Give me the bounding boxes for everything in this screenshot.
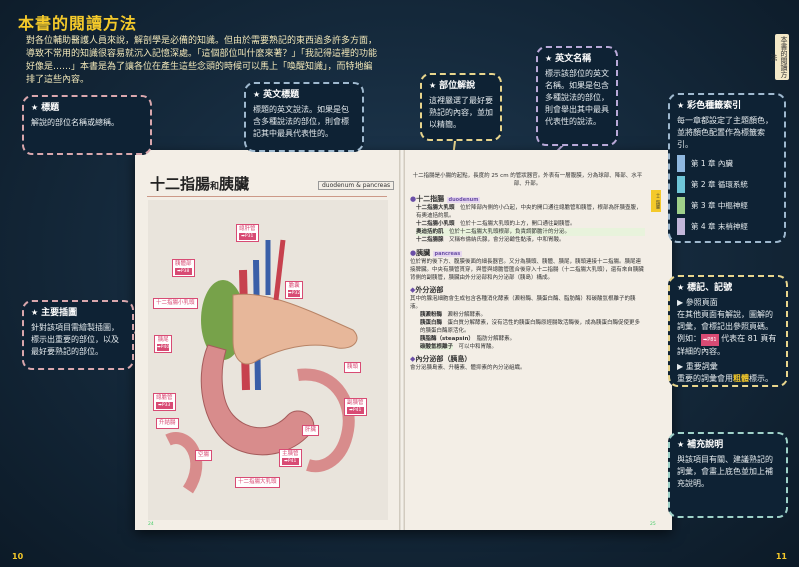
entry-title-main: 十二指腸 [150,175,211,193]
book-gutter [399,150,405,530]
legend-swatch [677,218,685,235]
callout-main-illustration: ★ 主要插圖 針對該項目需繪製插圖，標示出重要的部位，以及最好要熟記的部位。 [22,300,134,370]
endocrine-heading: ◆內分泌部（胰島） [410,355,472,363]
enzyme-list: 胰澱粉酶 澱粉分解酵素。 胰蛋白酶 蛋白質分解酵素，沒有活性的胰蛋白酶原經腸致活… [420,311,645,351]
list-item: 十二指腸大乳頭 位於降部內側的小凸起，中央的開口通往總膽管和胰管，根部為肝胰壺腹… [416,205,642,219]
list-item: 胰脂酶（steapsin） 脂肪分解酵素。 [420,336,516,342]
callout-english-name: ★ 英文名稱 標示該部位的英文名稱。如果是包含多種說法的部位，則會舉出其中最具代表… [536,46,618,146]
list-item: 奧迪括約肌 位於十二指腸大乳頭根部，負責調節膽汁的分泌。 [416,228,645,236]
label-common-hepatic-duct: 總肝管 ➡P31 [236,224,259,242]
list-item: 碳酸氫根離子 可以中和胃酸。 [420,344,498,350]
label-pancreas-head: 胰頭 [344,362,362,373]
duodenum-heading: ●十二指腸 duodenum [410,195,481,203]
list-item: 胰蛋白酶 蛋白質分解酵素，沒有活性的胰蛋白酶原經腸致活酶後，成為胰蛋白酶促使更多… [420,320,641,334]
label-gallbladder: 膽囊 ➡P32 [285,281,304,299]
callout-supplement: ★ 補充說明 與該項目有關、建議熟記的詞彙，會畫上底色並加上補充說明。 [668,432,788,518]
callout-title: ★ 標題 解說的部位名稱或總稱。 [22,95,152,155]
callout-part-explanation: ★ 部位解說 這裡嚴選了最好要熟記的內容，並加以精簡。 [420,73,502,141]
page-tab-mark: 十二指腸 [651,190,661,212]
legend-chapter-4: 第 4 章 末梢神經 [677,218,799,235]
list-item: 十二指腸腺 又稱布倫納氏腺，會分泌鹼性黏液，中和胃酸。 [416,237,565,243]
right-page-content: 十二指腸是小腸的起點，長度約 25 cm 的管狀器官。外表有一層腹膜，分為球部、… [410,172,645,372]
exocrine-heading: ◆外分泌部 [410,286,444,294]
pancreas-heading: ●胰臟 pancreas [410,249,463,257]
entry-title: 十二指腸和胰臟 [150,173,249,194]
duodenum-items: 十二指腸大乳頭 位於降部內側的小凸起，中央的開口通往總膽管和胰管，根部為肝胰壺腹… [416,204,645,244]
label-accessory-duct: 副胰管 ➡P41 [344,398,367,416]
legend-swatch [677,155,685,172]
legend-swatch [677,176,685,193]
pancreas-text: 位於胃的後下方、腹膜後面的細長器官。又分為胰頭、胰體、胰尾，胰頭連接十二指腸。胰… [410,259,644,281]
ref-page-heading: ▶ 參照頁面 [677,298,718,307]
label-main-duct: 主胰管 ➡P41 [279,449,302,467]
duodenum-pancreas-drawing [165,239,358,494]
label-major-papilla: 十二指腸大乳頭 [235,477,280,488]
label-pancreas-body: 胰體部 ➡P38 [172,259,195,277]
important-term-heading: ▶ 重要詞彙 [677,362,718,371]
label-ascending-colon: 升結腸 [156,418,179,429]
list-item: 胰澱粉酶 澱粉分解酵素。 [420,312,487,318]
label-common-bile-duct: 總膽管 ➡P33 [153,393,176,411]
chapter-legend: 第 1 章 內臟 第 2 章 循環系統 第 3 章 中樞神經 第 4 章 末梢神… [677,155,777,235]
callout-english-title: ★ 英文標題 標題的英文說法。如果是包含多種說法的部位，則會標記其中最具代表性的。 [244,82,364,152]
title-rule [147,196,387,197]
exocrine-text: 其中的腺泡細胞會生成包含各種消化酵素（澱粉酶、胰蛋白酶、脂肪酶）和碳酸氫根離子的… [410,296,636,310]
entry-title-and: 和 [210,182,220,192]
lead-text: 十二指腸是小腸的起點，長度約 25 cm 的管狀器官。外表有一層腹膜，分為球部、… [412,173,643,187]
right-folio: 25 [650,522,656,527]
label-liver: 肝臟 [302,425,320,436]
callout-marks: ★ 標記、記號 ▶ 參照頁面 在其他頁面有解說，圖解的詞彙，會標記出參照頁碼。 例… [668,275,788,387]
endocrine-text: 會分泌胰島素、升糖素、體抑素的內分泌組織。 [410,365,526,371]
legend-chapter-3: 第 3 章 中樞神經 [677,197,799,214]
legend-chapter-1: 第 1 章 內臟 [677,155,799,172]
label-minor-papilla: 十二指腸小乳頭 [153,298,198,309]
left-folio: 24 [148,522,154,527]
callout-color-index: ★ 彩色種籤索引 每一章都設定了主題顏色，並將顏色配置作為標籤索引。 第 1 章 … [668,93,786,243]
anatomy-illustration [148,200,388,520]
legend-swatch [677,197,685,214]
entry-english-title: duodenum & pancreas [318,181,395,190]
legend-chapter-2: 第 2 章 循環系統 [677,176,799,193]
list-item: 十二指腸小乳頭 位於十二指腸大乳頭的上方，開口通往副胰管。 [416,221,576,227]
entry-title-second: 胰臟 [219,175,250,193]
label-pancreas-tail: 胰尾 ➡P40 [154,335,173,353]
label-jejunum: 空腸 [195,450,213,461]
